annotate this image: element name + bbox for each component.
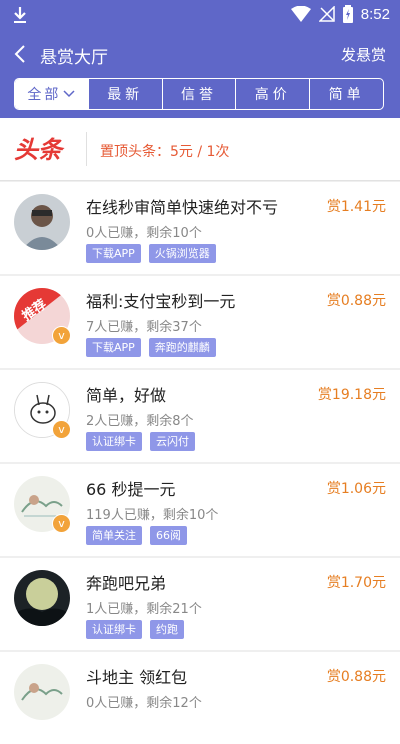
status-time: 8:52	[360, 5, 390, 23]
list-item[interactable]: 推荐 v 福利:支付宝秒到一元 赏0.88元 7人已赚，剩余37个 下载APP …	[0, 276, 400, 368]
tab-all[interactable]: 全部	[15, 79, 88, 109]
list-item[interactable]: 奔跑吧兄弟 赏1.70元 1人已赚，剩余21个 认证绑卡 约跑	[0, 558, 400, 650]
tab-high-price[interactable]: 高价	[235, 79, 309, 109]
task-stats: 1人已赚，剩余21个	[86, 602, 202, 617]
task-stats: 0人已赚，剩余12个	[86, 696, 202, 711]
tag-list: 认证绑卡 云闪付	[86, 432, 195, 451]
back-arrow-icon[interactable]	[10, 43, 32, 65]
tab-label: 信誉	[180, 87, 217, 103]
task-stats: 7人已赚，剩余37个	[86, 320, 202, 335]
chevron-down-icon	[63, 90, 75, 98]
tab-label: 最新	[107, 87, 144, 103]
task-title: 简单，好做	[86, 386, 167, 405]
tab-reputation[interactable]: 信誉	[161, 79, 236, 109]
task-title: 福利:支付宝秒到一元	[86, 292, 236, 311]
tag: 认证绑卡	[86, 620, 142, 639]
headline-banner[interactable]: 头条 置顶头条：5元 / 1次	[0, 118, 400, 181]
tag: 66阅	[150, 526, 187, 545]
tag-list: 下载APP 火锅浏览器	[86, 244, 216, 263]
list-item[interactable]: v 66 秒提一元 赏1.06元 119人已赚，剩余10个 简单关注 66阅	[0, 464, 400, 556]
verified-badge-icon: v	[52, 514, 71, 533]
list-item[interactable]: 斗地主 领红包 赏0.88元 0人已赚，剩余12个	[0, 652, 400, 744]
avatar	[14, 570, 70, 626]
tab-latest[interactable]: 最新	[87, 79, 162, 109]
wifi-icon	[290, 6, 311, 22]
tag: 奔跑的麒麟	[148, 338, 216, 357]
reward-price: 赏1.06元	[326, 481, 386, 497]
task-title: 在线秒审简单快速绝对不亏	[86, 198, 279, 217]
headline-logo: 头条	[14, 136, 65, 164]
reward-price: 赏19.18元	[317, 387, 386, 403]
reward-price: 赏0.88元	[326, 669, 386, 685]
task-title: 66 秒提一元	[86, 480, 176, 499]
tag: 约跑	[150, 620, 184, 639]
task-stats: 119人已赚，剩余10个	[86, 508, 219, 523]
page-title: 悬赏大厅	[40, 48, 108, 68]
tab-label: 全部	[27, 87, 62, 103]
task-title: 奔跑吧兄弟	[86, 574, 167, 593]
reward-price: 赏0.88元	[326, 293, 386, 309]
avatar	[14, 194, 70, 250]
list-item[interactable]: 在线秒审简单快速绝对不亏 赏1.41元 0人已赚，剩余10个 下载APP 火锅浏…	[0, 182, 400, 274]
tab-label: 高价	[254, 87, 291, 103]
app-bar: 悬赏大厅 发悬赏	[0, 32, 400, 76]
task-stats: 2人已赚，剩余8个	[86, 414, 194, 429]
tag: 火锅浏览器	[148, 244, 216, 263]
divider	[86, 132, 87, 166]
tab-simple[interactable]: 简单	[309, 79, 383, 109]
tag: 认证绑卡	[86, 432, 142, 451]
tag-list: 简单关注 66阅	[86, 526, 187, 545]
tag-list: 下载APP 奔跑的麒麟	[86, 338, 216, 357]
verified-badge-icon: v	[52, 420, 71, 439]
task-title: 斗地主 领红包	[86, 668, 188, 687]
headline-text: 置顶头条：5元 / 1次	[100, 144, 230, 160]
list-item[interactable]: v 简单，好做 赏19.18元 2人已赚，剩余8个 认证绑卡 云闪付	[0, 370, 400, 462]
tag-list: 认证绑卡 约跑	[86, 620, 184, 639]
post-reward-button[interactable]: 发悬赏	[341, 44, 386, 65]
tag: 下载APP	[86, 338, 141, 357]
tab-label: 简单	[328, 87, 365, 103]
avatar	[14, 664, 70, 720]
tag: 云闪付	[150, 432, 195, 451]
tag: 简单关注	[86, 526, 142, 545]
signal-icon	[318, 6, 335, 22]
filter-tabs: 全部 最新 信誉 高价 简单	[14, 78, 384, 110]
status-bar: 8:52	[0, 0, 400, 32]
verified-badge-icon: v	[52, 326, 71, 345]
headline-logo-text: 头条	[14, 136, 65, 164]
download-icon	[14, 7, 26, 23]
battery-icon	[342, 5, 353, 23]
reward-price: 赏1.70元	[326, 575, 386, 591]
tag: 下载APP	[86, 244, 141, 263]
filter-tabs-bar: 全部 最新 信誉 高价 简单	[0, 76, 400, 118]
reward-price: 赏1.41元	[326, 199, 386, 215]
task-stats: 0人已赚，剩余10个	[86, 226, 202, 241]
